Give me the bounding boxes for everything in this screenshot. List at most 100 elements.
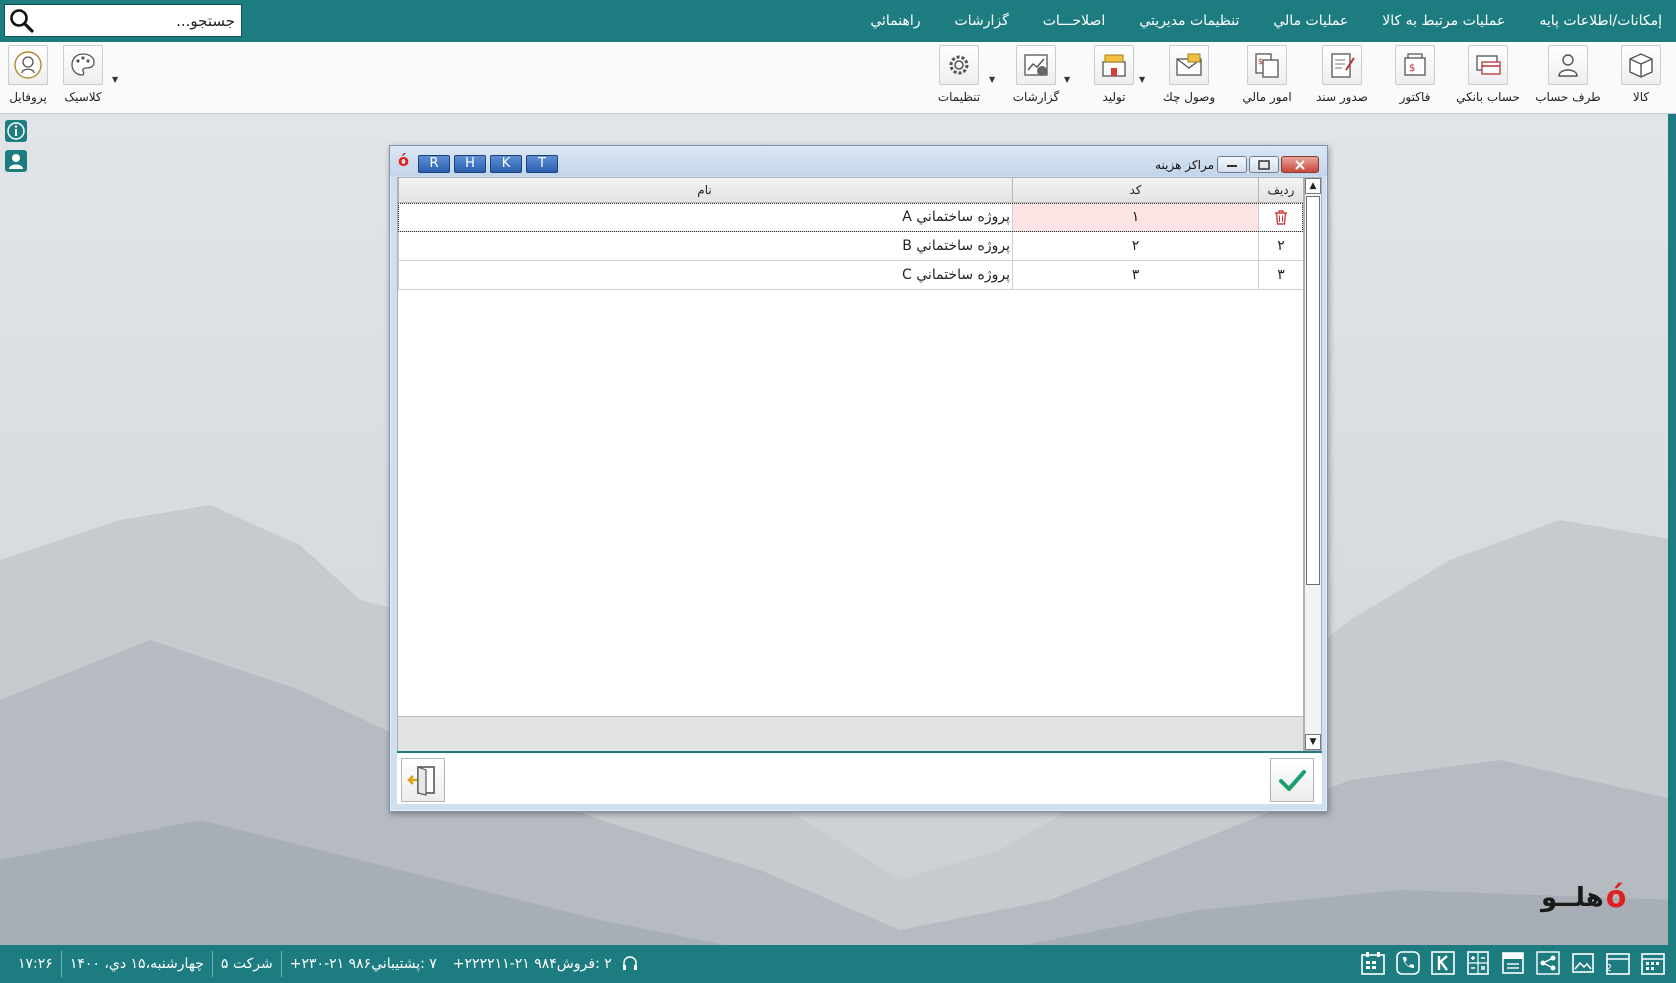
menu-item-reports[interactable]: گزارشات bbox=[955, 13, 1009, 29]
column-header-row[interactable]: رديف bbox=[1258, 178, 1303, 202]
reports-label: گزارشات bbox=[1012, 90, 1060, 104]
calculator-icon bbox=[1467, 951, 1489, 975]
exit-door-icon bbox=[407, 766, 435, 796]
classic-caret-icon[interactable]: ▼ bbox=[112, 75, 118, 84]
bank-card-icon bbox=[1476, 55, 1501, 75]
search-icon[interactable] bbox=[9, 8, 35, 34]
table-row[interactable]: ٣ ٣ پروژه ساختماني C bbox=[398, 261, 1303, 290]
dialog-titlebar[interactable]: ό R H K T مراكز هزينه bbox=[390, 146, 1327, 176]
menu-bar: إمكانات/اطلاعات پايه عمليات مرتبط به كال… bbox=[0, 0, 1676, 42]
image-icon bbox=[1572, 953, 1594, 973]
menu-item-goods-operations[interactable]: عمليات مرتبط به كالا bbox=[1382, 13, 1505, 29]
check-collection-button[interactable]: وصول چك bbox=[1156, 45, 1222, 104]
calendar-day-button[interactable]: 12 bbox=[1603, 948, 1633, 978]
financial-affairs-label: امور مالي bbox=[1242, 90, 1292, 104]
info-icon bbox=[5, 120, 27, 142]
search-input[interactable] bbox=[39, 7, 235, 34]
settings-label: تنظيمات bbox=[937, 90, 981, 104]
production-button[interactable]: توليد bbox=[1084, 45, 1144, 104]
picture-button[interactable] bbox=[1568, 948, 1598, 978]
right-edge-strip bbox=[1668, 113, 1676, 945]
user-card-icon bbox=[5, 150, 27, 172]
maximize-button[interactable] bbox=[1249, 156, 1279, 173]
svg-text:$: $ bbox=[1409, 63, 1415, 74]
share-button[interactable] bbox=[1533, 948, 1563, 978]
scroll-up-icon[interactable]: ▲ bbox=[1305, 178, 1321, 194]
name-cell[interactable]: پروژه ساختماني B bbox=[398, 232, 1012, 260]
settings-button[interactable]: تنظيمات bbox=[929, 45, 989, 104]
k-letter-icon bbox=[1431, 951, 1455, 975]
column-header-code[interactable]: كد bbox=[1012, 178, 1258, 202]
notes-button[interactable] bbox=[1498, 948, 1528, 978]
production-label: توليد bbox=[1102, 90, 1126, 104]
status-sales: +٩٨ ٢١-٢٢٢٢١١۴٢ :فروش bbox=[452, 956, 612, 972]
person-card-icon bbox=[1558, 54, 1578, 77]
code-cell[interactable]: ٢ bbox=[1012, 232, 1258, 260]
financial-affairs-button[interactable]: $ امور مالي bbox=[1235, 45, 1299, 104]
menu-item-help[interactable]: راهنمائي bbox=[870, 13, 920, 29]
calculator-button[interactable] bbox=[1463, 948, 1493, 978]
scroll-thumb[interactable] bbox=[1306, 196, 1320, 585]
code-cell[interactable]: ٣ bbox=[1012, 261, 1258, 289]
menu-item-basic-info[interactable]: إمكانات/اطلاعات پايه bbox=[1539, 13, 1662, 29]
profile-button[interactable]: پروفايل bbox=[4, 45, 52, 104]
status-quick-icons: 12 bbox=[1353, 948, 1668, 978]
invoice-button[interactable]: $ فاكتور bbox=[1385, 45, 1445, 104]
reports-button[interactable]: گزارشات bbox=[1004, 45, 1068, 104]
classic-theme-button[interactable]: كلاسيک bbox=[55, 45, 111, 104]
profile-label: پروفايل bbox=[9, 90, 47, 104]
code-cell[interactable]: ١ bbox=[1012, 203, 1258, 231]
settings-caret-icon[interactable]: ▼ bbox=[989, 75, 995, 84]
vertical-scrollbar[interactable]: ▲ ▼ bbox=[1304, 177, 1322, 751]
status-support: +٩٨ ٢١-٢٣٠۶٧ :پشتيباني bbox=[289, 956, 437, 972]
invoice-label: فاكتور bbox=[1399, 90, 1431, 104]
hotkey-k-button[interactable]: K bbox=[490, 155, 522, 173]
table-row[interactable]: ٢ ٢ پروژه ساختماني B bbox=[398, 232, 1303, 261]
issue-document-button[interactable]: صدور سند bbox=[1310, 45, 1374, 104]
envelope-icon bbox=[1176, 53, 1202, 76]
close-button[interactable] bbox=[1281, 156, 1319, 173]
dialog-content: رديف كد نام ١ پروژه ساختماني A ٢ ٢ پروژه… bbox=[397, 177, 1322, 804]
hotkey-t-button[interactable]: T bbox=[526, 155, 558, 173]
row-number-cell: ٢ bbox=[1258, 232, 1303, 260]
user-card-button[interactable] bbox=[3, 148, 29, 174]
palette-icon bbox=[71, 53, 95, 76]
goods-button[interactable]: كالا bbox=[1611, 45, 1671, 104]
hotkey-h-button[interactable]: H bbox=[454, 155, 486, 173]
name-cell[interactable]: پروژه ساختماني A bbox=[398, 203, 1012, 231]
calendar-button[interactable] bbox=[1638, 948, 1668, 978]
phone-icon bbox=[1396, 951, 1420, 975]
svg-text:$: $ bbox=[1258, 57, 1263, 66]
cost-centers-grid: رديف كد نام ١ پروژه ساختماني A ٢ ٢ پروژه… bbox=[397, 177, 1304, 751]
menu-item-corrections[interactable]: اصلاحـــات bbox=[1043, 13, 1106, 29]
scroll-down-icon[interactable]: ▼ bbox=[1305, 734, 1321, 750]
minimize-button[interactable] bbox=[1217, 156, 1247, 173]
hotkey-r-button[interactable]: R bbox=[418, 155, 450, 173]
status-date: چهارشنبه،١۵ دي، ١۴٠٠ bbox=[69, 956, 204, 972]
phone-button[interactable] bbox=[1393, 948, 1423, 978]
info-button[interactable] bbox=[3, 118, 29, 144]
column-header-name[interactable]: نام bbox=[398, 178, 1012, 202]
k-shortcut-button[interactable] bbox=[1428, 948, 1458, 978]
status-time: ١٧:٢۶ bbox=[18, 956, 53, 972]
name-cell[interactable]: پروژه ساختماني C bbox=[398, 261, 1012, 289]
maximize-icon bbox=[1258, 159, 1270, 170]
confirm-button[interactable] bbox=[1270, 758, 1314, 802]
bank-account-label: حساب بانكي bbox=[1456, 90, 1520, 104]
minimize-icon bbox=[1227, 164, 1237, 167]
box-icon bbox=[1629, 53, 1653, 78]
delete-row-button[interactable] bbox=[1258, 203, 1303, 231]
toolbar: كالا طرف حساب حساب بانكي $ فاكتور صدور س… bbox=[0, 42, 1676, 114]
status-info: ١٧:٢۶ چهارشنبه،١۵ دي، ١۴٠٠ شركت ۵ +٩٨ ٢١… bbox=[10, 945, 640, 983]
table-row[interactable]: ١ پروژه ساختماني A bbox=[398, 203, 1303, 232]
note-icon bbox=[1502, 952, 1524, 974]
bank-account-button[interactable]: حساب بانكي bbox=[1450, 45, 1526, 104]
menu-item-management-settings[interactable]: تنظيمات مديريتي bbox=[1139, 13, 1239, 29]
calendar-day-number: 12 bbox=[1605, 963, 1612, 974]
exit-button[interactable] bbox=[401, 758, 445, 802]
report-chart-icon bbox=[1024, 54, 1048, 76]
schedule-button[interactable] bbox=[1358, 948, 1388, 978]
menu-item-financial-operations[interactable]: عمليات مالي bbox=[1273, 13, 1348, 29]
classic-theme-label: كلاسيک bbox=[64, 90, 102, 104]
account-party-button[interactable]: طرف حساب bbox=[1533, 45, 1603, 104]
